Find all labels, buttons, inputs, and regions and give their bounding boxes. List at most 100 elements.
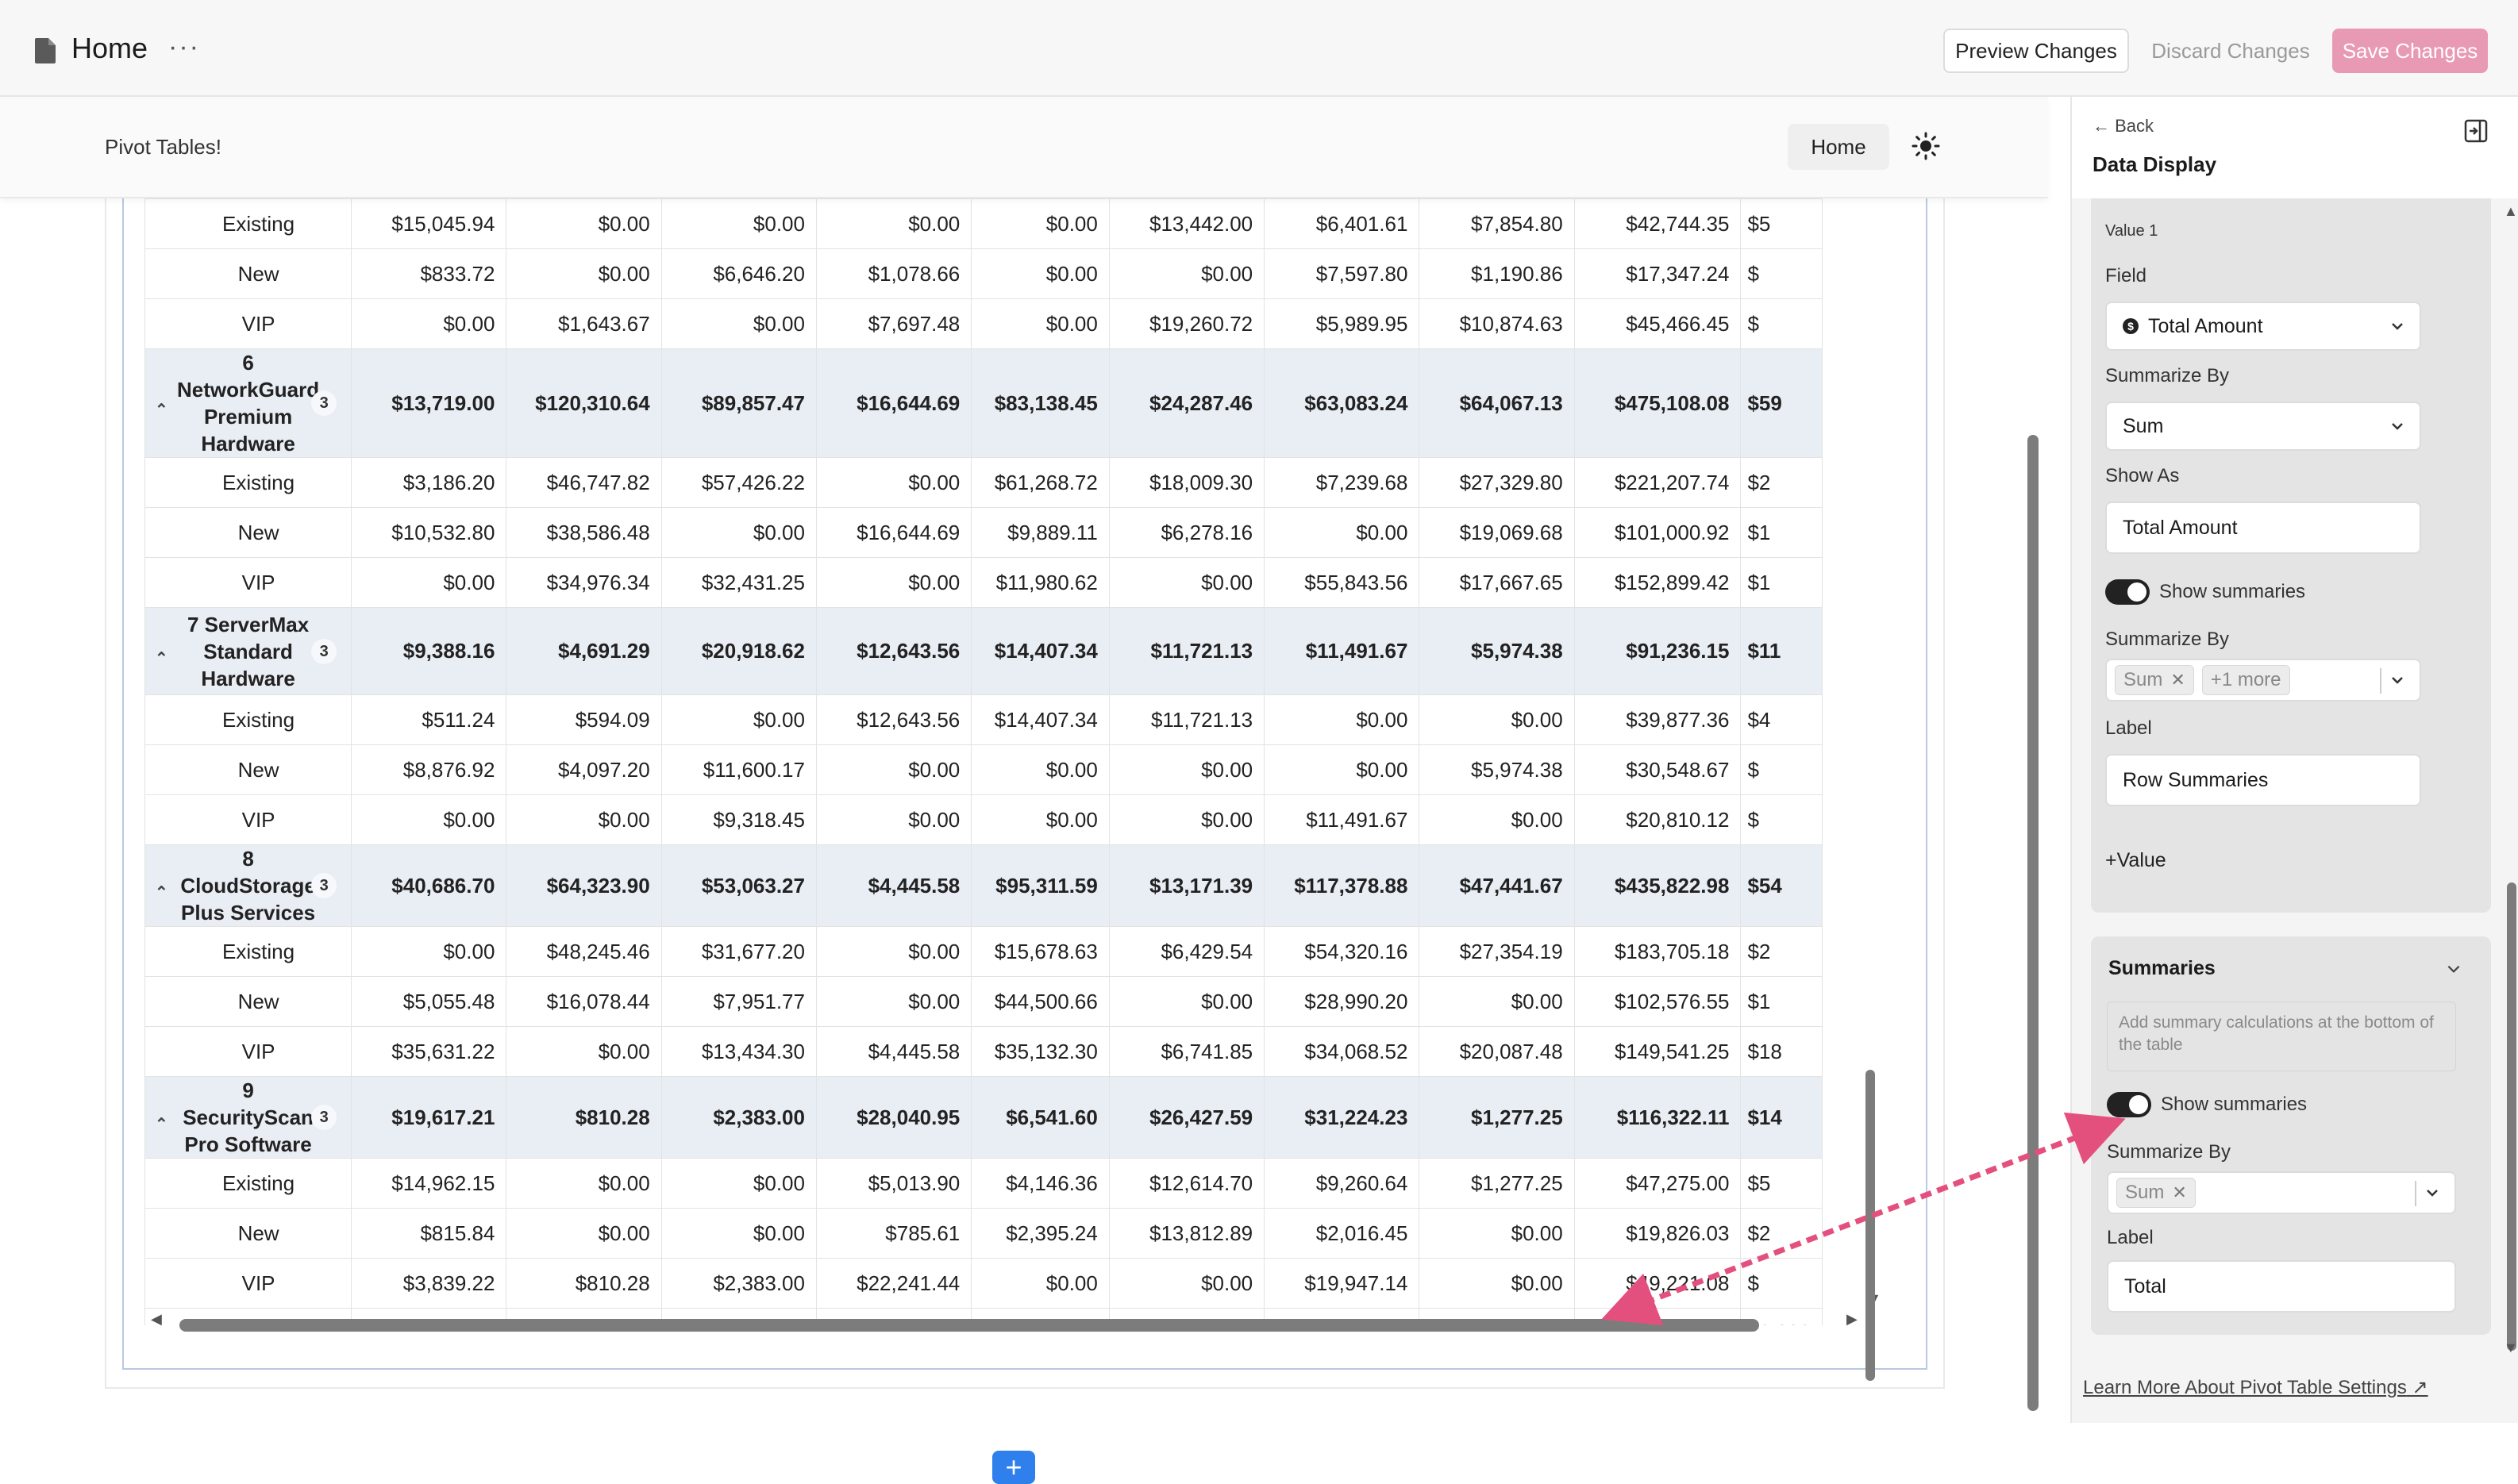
summaries-card: Summaries Add summary calculations at th… [2091,936,2491,1335]
table-cell: $1,643.67 [506,298,662,349]
row-label: New [144,976,352,1027]
show-summaries-toggle[interactable] [2105,579,2150,605]
table-cell: $0.00 [351,298,507,349]
table-cell: $5 [1740,1158,1823,1209]
save-changes-button[interactable]: Save Changes [2332,29,2488,73]
field-select[interactable]: $ Total Amount [2105,302,2421,351]
add-value-button[interactable]: +Value [2105,849,2166,872]
learn-more-link[interactable]: Learn More About Pivot Table Settings ↗ [2083,1376,2428,1399]
table-cell: $6,278.16 [1108,507,1265,558]
table-vertical-scrollbar[interactable] [1865,1070,1875,1381]
panel-scroll-up-arrow-icon[interactable]: ▲ [2504,203,2518,220]
chip-sum[interactable]: Sum ✕ [2115,665,2194,695]
site-name[interactable]: Pivot Tables! [105,135,221,160]
row-summarize-by-multiselect[interactable]: Sum ✕ +1 more [2105,659,2421,702]
summaries-show-toggle[interactable] [2107,1092,2151,1117]
table-cell: $5,989.95 [1264,298,1420,349]
scroll-left-arrow-icon[interactable]: ◀ [151,1311,162,1328]
table-cell: $1 [1740,507,1823,558]
scroll-right-arrow-icon[interactable]: ▶ [1846,1311,1858,1328]
summaries-title: Summaries [2108,957,2216,979]
panel-vertical-scrollbar[interactable] [2507,882,2516,1351]
row-label[interactable]: ⌃ 8 CloudStorage Plus Services 3 [144,844,352,927]
panel-scroll-area[interactable]: Value 1 Field $ Total Amount Summarize B… [2072,198,2518,1423]
table-cell: $11,491.67 [1264,794,1420,845]
summaries-label-input[interactable]: Total [2107,1260,2456,1313]
pivot-table-frame[interactable]: Existing $15,045.94 $0.00 $0.00 $0.00 $0.00 $1… [122,198,1927,1370]
table-cell: $0.00 [971,1258,1110,1309]
group-label: 6 NetworkGuard Premium Hardware [177,351,320,456]
remove-chip-icon[interactable]: ✕ [2172,1182,2186,1203]
table-cell: $0.00 [351,926,507,977]
table-cell: $0.00 [971,744,1110,795]
pivot-table-scroll[interactable]: Existing $15,045.94 $0.00 $0.00 $0.00 $0.00 $1… [144,198,1926,1325]
canvas-vertical-scrollbar[interactable] [2027,435,2039,1411]
pivot-table: Existing $15,045.94 $0.00 $0.00 $0.00 $0.00 $1… [144,198,1823,1325]
table-cell: $810.28 [506,1258,662,1309]
table-cell: $1 [1740,557,1823,608]
table-cell: $ [1740,744,1823,795]
table-cell: $53,063.27 [660,844,817,927]
collapse-panel-icon[interactable] [2464,119,2488,143]
row-label: Existing [144,457,352,508]
chip-more[interactable]: +1 more [2201,665,2290,695]
chevron-up-icon[interactable]: ⌃ [155,397,168,424]
remove-chip-icon[interactable]: ✕ [2170,670,2185,690]
table-cell: $42,744.35 [1573,198,1742,249]
table-cell: $1,078.66 [815,248,972,299]
table-cell: $13,812.89 [1108,1208,1265,1259]
table-cell: $ [1740,298,1823,349]
table-cell: $0.00 [1264,694,1420,745]
chevron-down-icon[interactable] [2445,960,2462,978]
chevron-up-icon[interactable]: ⌃ [155,879,168,906]
table-cell: $6,541.60 [971,1076,1110,1159]
table-cell: $101,000.92 [1573,507,1742,558]
theme-toggle-sun-icon[interactable] [1912,132,1940,160]
table-cell: $2,395.24 [971,1208,1110,1259]
chevron-down-icon [2392,323,2403,330]
chevron-up-icon[interactable]: ⌃ [155,1111,168,1138]
table-cell: $11,491.67 [1264,607,1420,695]
document-icon [35,38,56,63]
table-cell: $4,445.58 [815,1026,972,1077]
table-cell: $0.00 [660,507,817,558]
table-cell: $435,822.98 [1573,844,1742,927]
table-cell: $63,083.24 [1264,348,1420,458]
show-as-input[interactable]: Total Amount [2105,502,2421,554]
row-label: New [144,507,352,558]
table-cell: $7,697.48 [815,298,972,349]
row-label-input[interactable]: Row Summaries [2105,754,2421,806]
table-cell: $4 [1740,694,1823,745]
back-link[interactable]: ← Back [2093,116,2154,136]
preview-changes-button[interactable]: Preview Changes [1943,29,2129,73]
chevron-up-icon[interactable]: ⌃ [155,645,168,672]
table-cell: $49,221.08 [1573,1258,1742,1309]
table-cell: $5,974.38 [1419,607,1575,695]
table-horizontal-scrollbar[interactable] [179,1319,1759,1332]
table-row: Existing $0.00 $48,245.46 $31,677.20 $0.00 $1… [144,926,1823,977]
summarize-by-select[interactable]: Sum [2105,402,2421,451]
row-label[interactable]: ⌃ 6 NetworkGuard Premium Hardware 3 [144,348,352,458]
table-cell: $14,962.15 [351,1158,507,1209]
add-block-button[interactable]: + [992,1451,1035,1484]
table-cell: $9,318.45 [660,794,817,845]
discard-changes-button[interactable]: Discard Changes [2139,29,2323,73]
table-cell: $810.28 [506,1076,662,1159]
table-cell: $6,401.61 [1264,198,1420,249]
summaries-summarize-by-multiselect[interactable]: Sum ✕ [2107,1171,2456,1214]
table-cell: $12,614.70 [1108,1158,1265,1209]
table-cell: $6,741.85 [1108,1026,1265,1077]
panel-scroll-down-arrow-icon[interactable]: ▼ [2504,1340,2518,1356]
plus-icon: + [2105,849,2117,871]
row-label[interactable]: ⌃ 7 ServerMax Standard Hardware 3 [144,607,352,695]
table-cell: $5,013.90 [815,1158,972,1209]
table-cell: $ [1740,248,1823,299]
table-cell: $31,224.23 [1264,1076,1420,1159]
row-label[interactable]: ⌃ 9 SecurityScan Pro Software 3 [144,1076,352,1159]
nav-home-link[interactable]: Home [1788,124,1889,170]
table-cell: $11 [1740,607,1823,695]
table-row: Existing $511.24 $594.09 $0.00 $12,643.56 $14… [144,694,1823,745]
chip-sum[interactable]: Sum ✕ [2116,1178,2196,1208]
table-cell: $30,548.67 [1573,744,1742,795]
more-options-icon[interactable]: ··· [168,32,200,63]
